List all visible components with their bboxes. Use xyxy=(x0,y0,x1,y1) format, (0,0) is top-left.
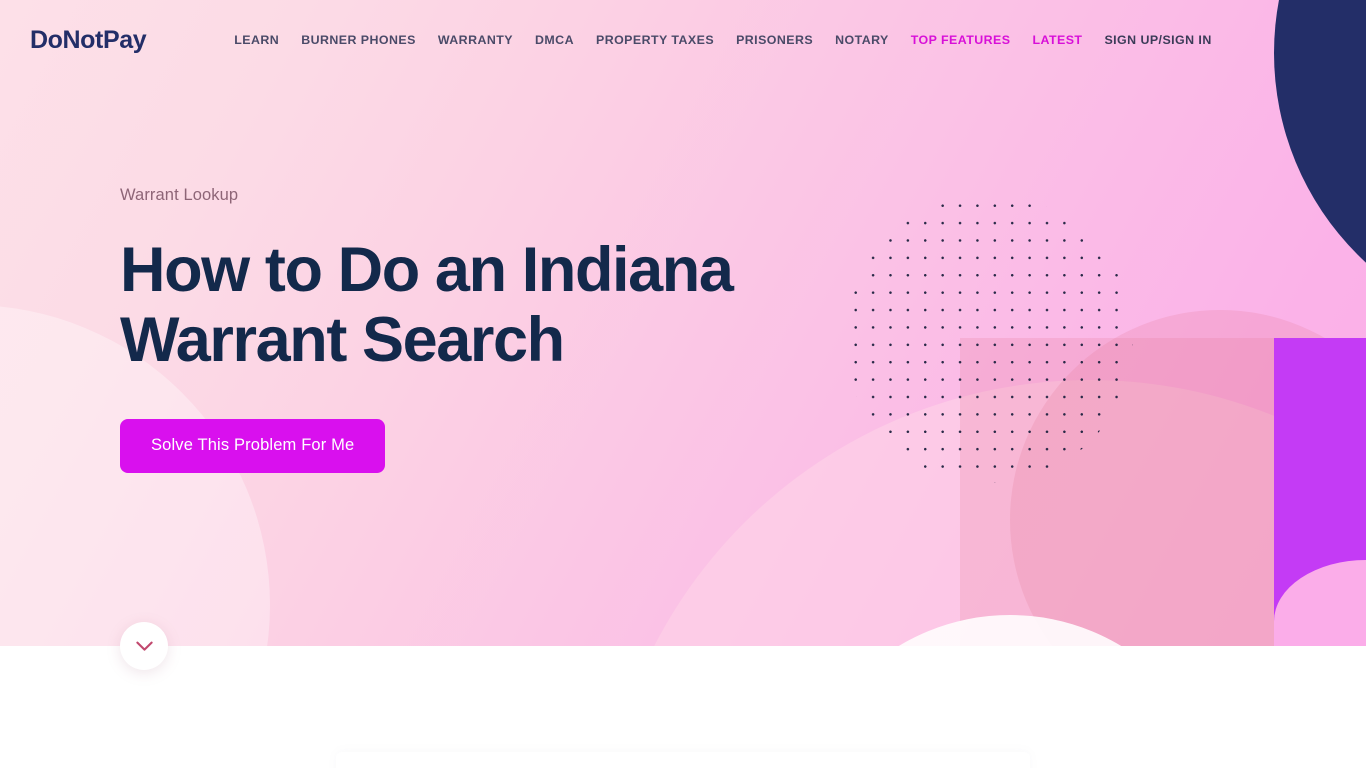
scroll-down-button[interactable] xyxy=(120,622,168,670)
page-root: DoNotPay LEARN BURNER PHONES WARRANTY DM… xyxy=(0,0,1366,768)
hero-title-line-1: How to Do an Indiana xyxy=(120,235,734,305)
nav-item-sign-up-sign-in[interactable]: SIGN UP/SIGN IN xyxy=(1104,33,1211,47)
solve-this-problem-button[interactable]: Solve This Problem For Me xyxy=(120,419,386,473)
nav-item-property-taxes[interactable]: PROPERTY TAXES xyxy=(596,33,714,47)
nav-item-latest[interactable]: LATEST xyxy=(1032,33,1082,47)
hero-eyebrow: Warrant Lookup xyxy=(120,186,239,204)
content-section xyxy=(0,646,1366,768)
hero-content: Warrant Lookup How to Do an Indiana Warr… xyxy=(120,186,820,473)
decorative-rectangle-rose xyxy=(960,338,1366,646)
nav-item-warranty[interactable]: WARRANTY xyxy=(438,33,513,47)
decorative-circle-white xyxy=(795,615,1225,646)
decorative-circle-rose xyxy=(1010,310,1366,646)
brand-logo[interactable]: DoNotPay xyxy=(30,26,147,55)
nav-item-top-features[interactable]: TOP FEATURES xyxy=(911,33,1011,47)
chevron-down-icon xyxy=(135,641,153,652)
decorative-rectangle-purple xyxy=(1274,338,1366,646)
decorative-dot-grid xyxy=(845,195,1133,483)
nav-item-prisoners[interactable]: PRISONERS xyxy=(736,33,813,47)
content-card xyxy=(336,752,1030,768)
decorative-rectangle-purple-notch xyxy=(1274,560,1366,646)
main-navigation: DoNotPay LEARN BURNER PHONES WARRANTY DM… xyxy=(0,0,1366,80)
nav-item-burner-phones[interactable]: BURNER PHONES xyxy=(301,33,416,47)
nav-item-dmca[interactable]: DMCA xyxy=(535,33,574,47)
hero-title-line-2: Warrant Search xyxy=(120,305,565,375)
nav-item-learn[interactable]: LEARN xyxy=(234,33,279,47)
hero-section: DoNotPay LEARN BURNER PHONES WARRANTY DM… xyxy=(0,0,1366,646)
nav-item-notary[interactable]: NOTARY xyxy=(835,33,889,47)
page-title: How to Do an Indiana Warrant Search xyxy=(120,235,780,375)
nav-link-list: LEARN BURNER PHONES WARRANTY DMCA PROPER… xyxy=(234,33,1211,47)
